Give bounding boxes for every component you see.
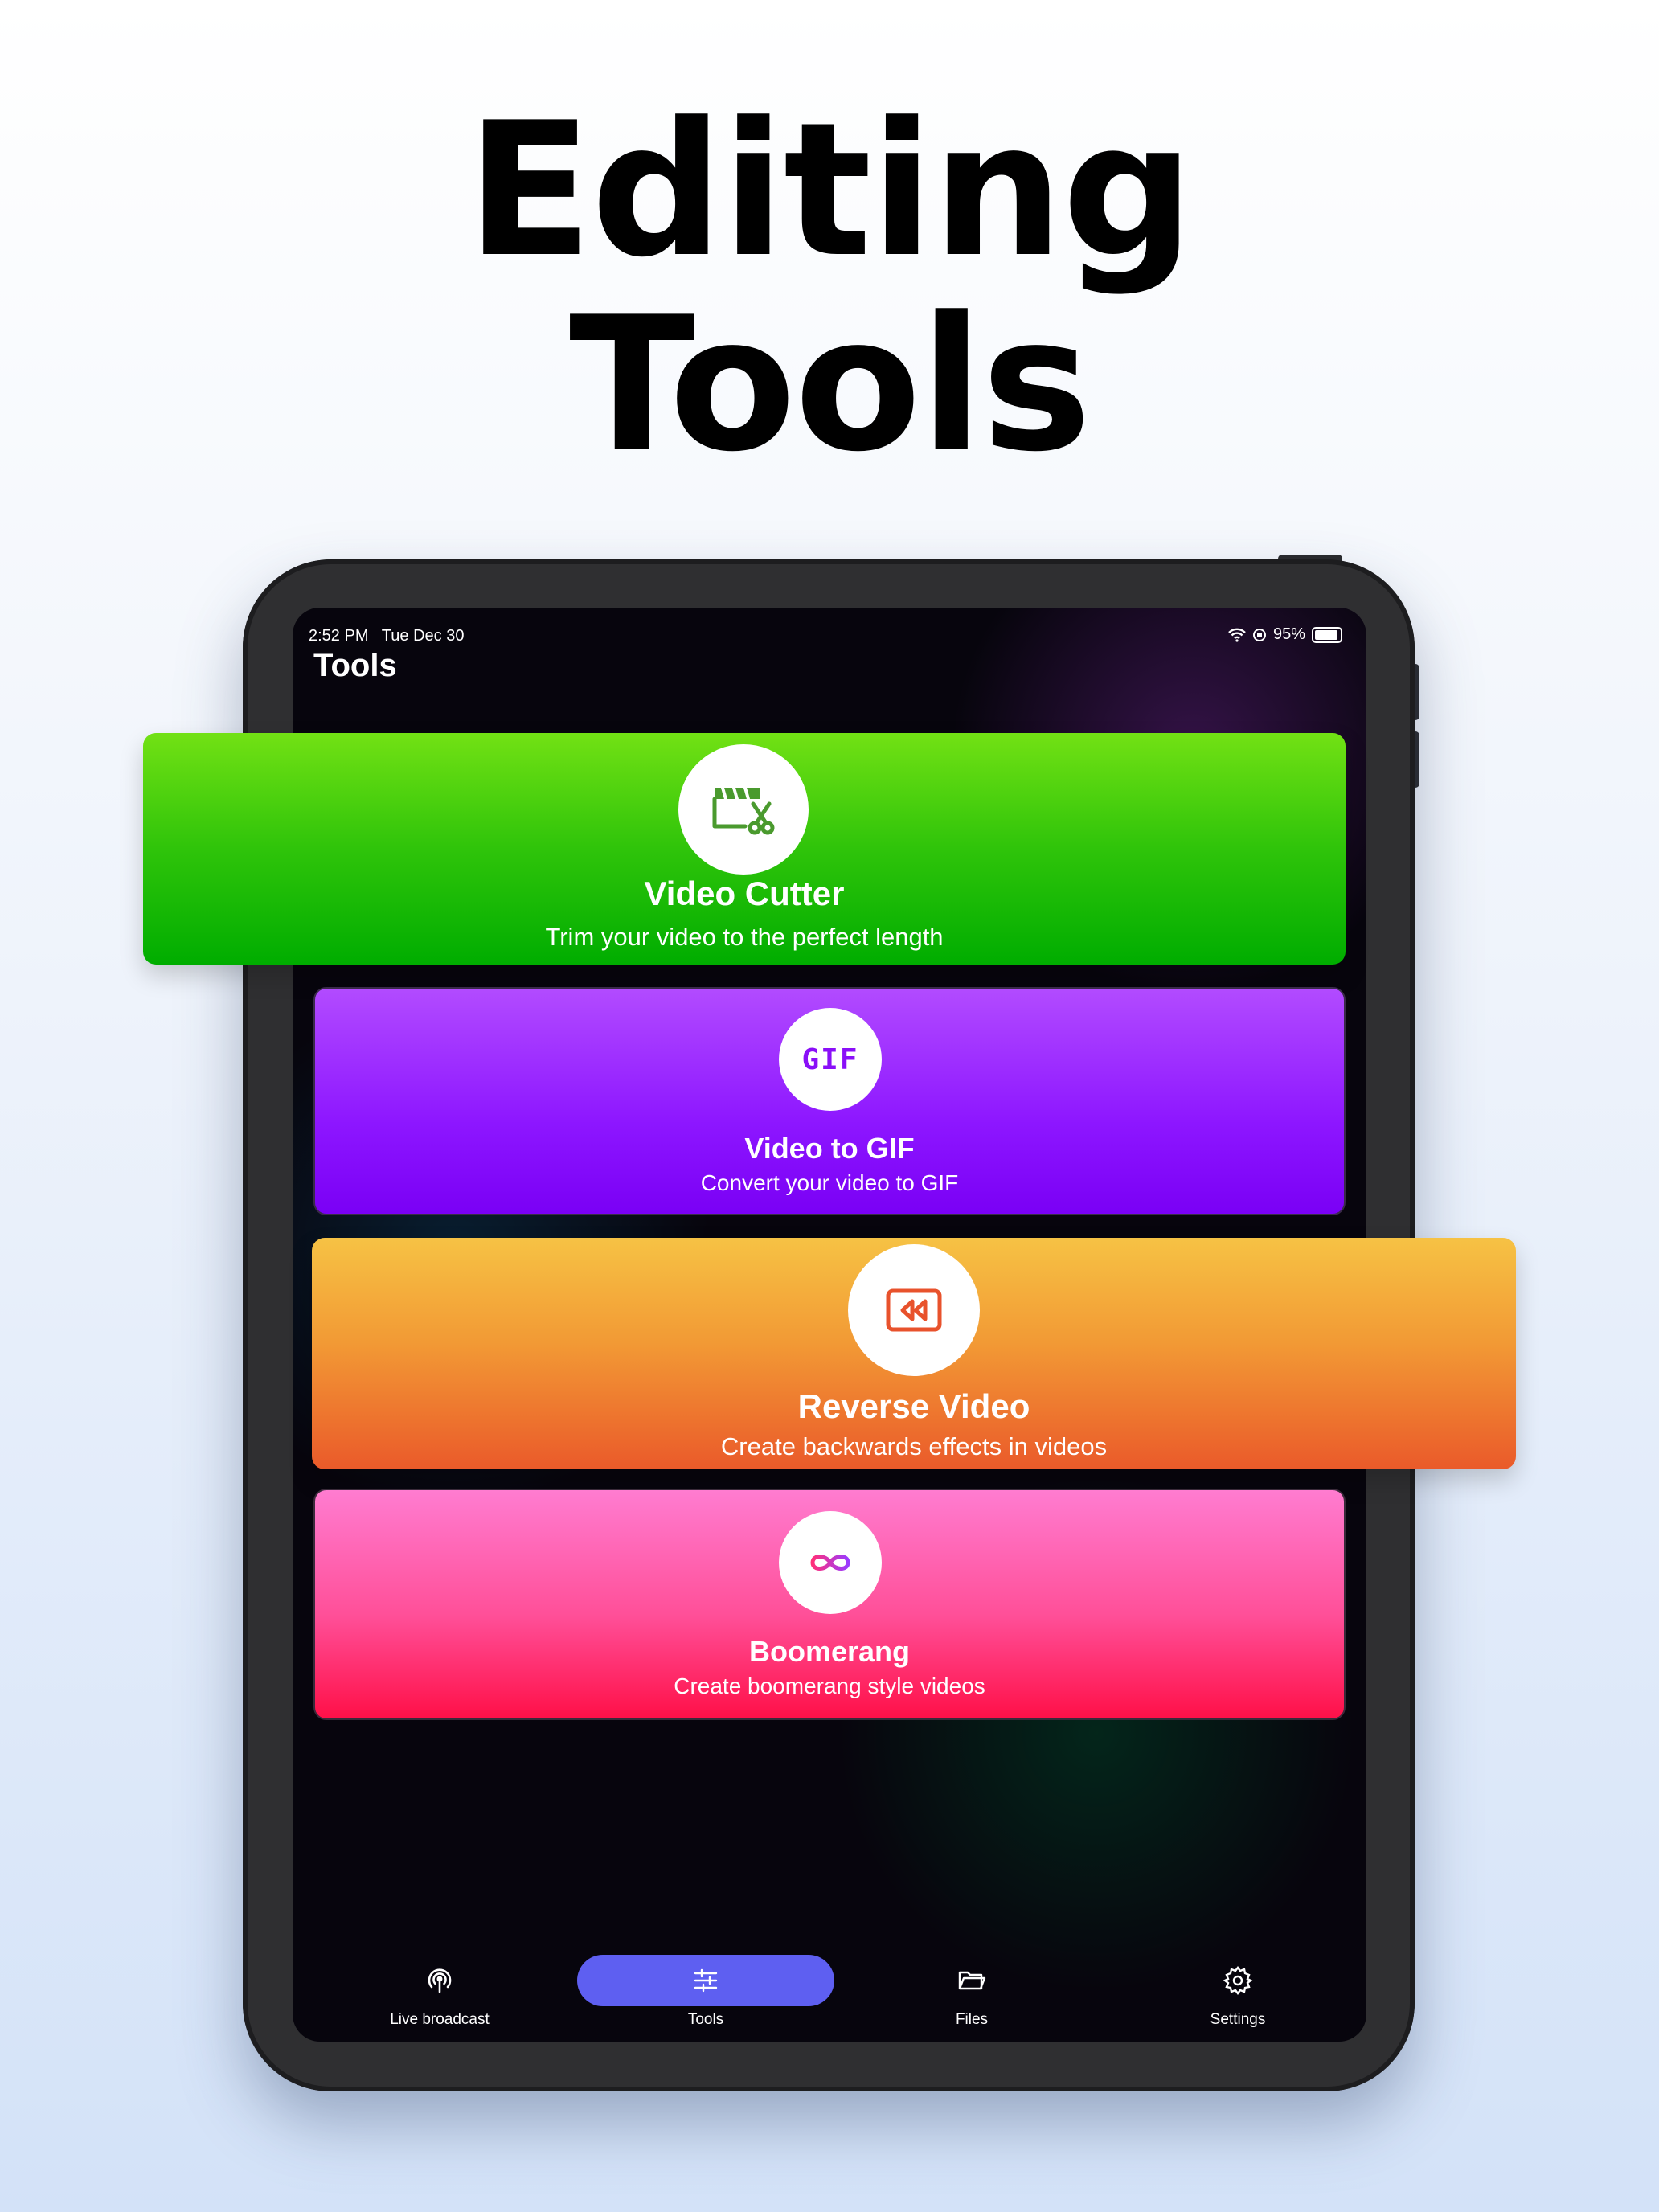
battery-icon [1312, 626, 1342, 643]
gif-icon-badge: GIF [779, 1008, 882, 1111]
tool-card-boomerang[interactable]: Boomerang Create boomerang style videos [313, 1489, 1346, 1720]
gif-icon: GIF [801, 1043, 859, 1076]
status-date: Tue Dec 30 [381, 627, 465, 645]
tool-card-video-to-gif[interactable]: GIF Video to GIF Convert your video to G… [313, 987, 1346, 1215]
tab-settings[interactable]: Settings [1109, 1953, 1366, 2042]
card-subtitle: Trim your video to the perfect length [545, 923, 944, 951]
tab-files[interactable]: Files [843, 1953, 1100, 2042]
tab-label: Tools [687, 2011, 724, 2028]
orientation-lock-icon [1252, 628, 1266, 641]
headline-line-2: Tools [568, 278, 1092, 493]
tab-label: Settings [1210, 2011, 1266, 2028]
tab-label: Files [955, 2011, 989, 2028]
tool-card-reverse-video[interactable]: Reverse Video Create backwards effects i… [312, 1238, 1516, 1469]
battery-percent: 95% [1272, 625, 1305, 643]
headline-line-1: Editing [466, 84, 1194, 298]
video-cutter-icon [712, 786, 775, 835]
gear-icon [1223, 1966, 1253, 1995]
infinity-icon [810, 1555, 850, 1571]
page-title: Tools [313, 648, 397, 683]
broadcast-icon [428, 1968, 452, 1993]
tab-label: Live broadcast [390, 2011, 490, 2028]
card-title: Video to GIF [744, 1132, 915, 1165]
status-bar: 2:52 PM Tue Dec 30 95% [301, 622, 1342, 651]
card-subtitle: Create boomerang style videos [674, 1673, 985, 1698]
card-subtitle: Convert your video to GIF [700, 1170, 959, 1195]
reverse-video-icon-badge [848, 1244, 980, 1376]
infinity-icon-badge [779, 1511, 882, 1614]
card-title: Reverse Video [797, 1387, 1030, 1425]
card-title: Video Cutter [644, 875, 845, 912]
tab-bar: Live broadcast Tools Files Settings [293, 1953, 1366, 2042]
tool-card-video-cutter[interactable]: Video Cutter Trim your video to the perf… [143, 733, 1346, 965]
tab-live-broadcast[interactable]: Live broadcast [311, 1953, 568, 2042]
card-title: Boomerang [748, 1635, 911, 1668]
sliders-icon [694, 1968, 718, 1993]
tab-tools[interactable]: Tools [577, 1953, 834, 2042]
card-subtitle: Create backwards effects in videos [720, 1432, 1108, 1460]
wifi-icon [1228, 628, 1246, 642]
status-time: 2:52 PM [309, 627, 369, 645]
video-cutter-icon-badge [678, 744, 809, 875]
reverse-video-icon [886, 1288, 942, 1332]
folder-icon [958, 1971, 986, 1990]
